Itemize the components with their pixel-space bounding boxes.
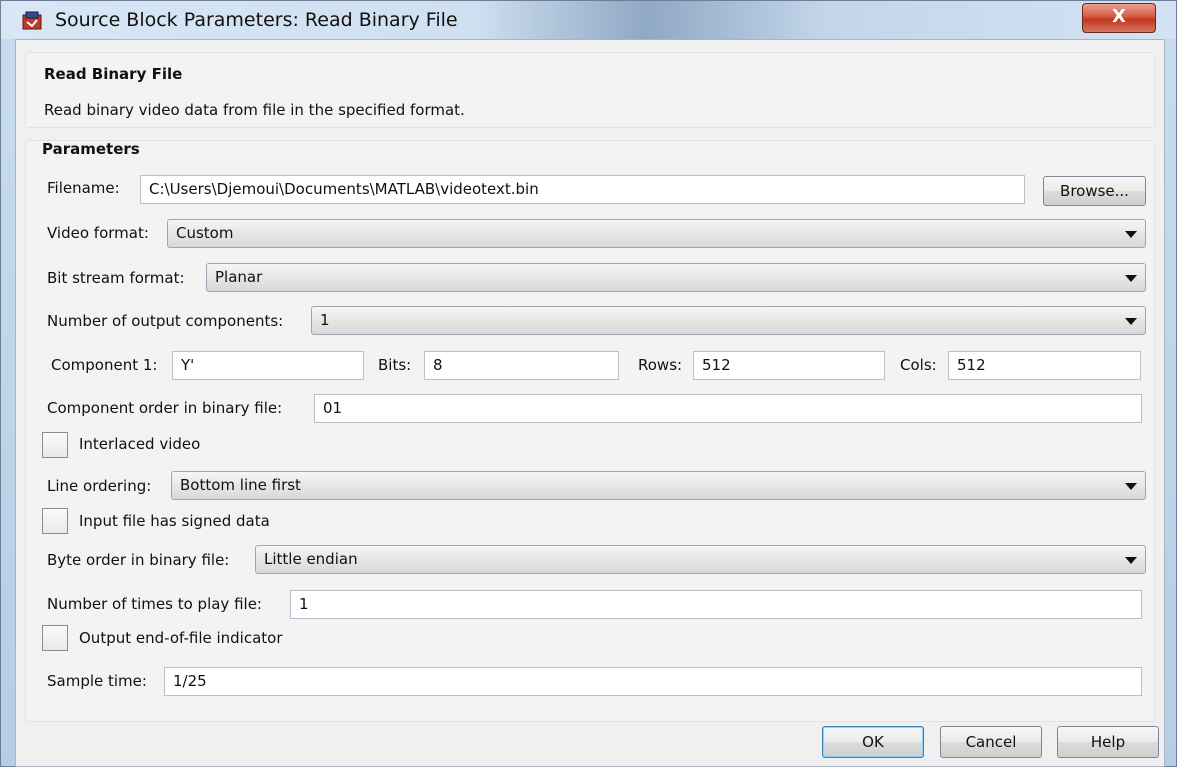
dialog-body: Read Binary File Read binary video data … (15, 39, 1165, 767)
block-name-heading: Read Binary File (44, 65, 183, 83)
chevron-down-icon (1125, 231, 1137, 238)
num-components-value: 1 (320, 311, 330, 329)
component1-input[interactable]: Y' (172, 351, 364, 380)
video-format-select[interactable]: Custom (167, 219, 1146, 248)
cancel-button[interactable]: Cancel (940, 726, 1042, 758)
ok-button[interactable]: OK (822, 726, 924, 758)
help-button[interactable]: Help (1057, 726, 1159, 758)
component-order-input[interactable]: 01 (314, 394, 1142, 423)
cols-label: Cols: (900, 356, 937, 374)
simulink-block-icon (22, 11, 42, 30)
window-title: Source Block Parameters: Read Binary Fil… (55, 9, 458, 31)
times-to-play-label: Number of times to play file: (47, 595, 262, 613)
bits-label: Bits: (378, 356, 412, 374)
chevron-down-icon (1125, 557, 1137, 564)
line-ordering-select[interactable]: Bottom line first (171, 471, 1146, 500)
parameters-heading: Parameters (42, 140, 140, 158)
times-to-play-input[interactable]: 1 (290, 590, 1142, 619)
dialog-window: Source Block Parameters: Read Binary Fil… (0, 0, 1177, 767)
filename-label: Filename: (47, 179, 120, 197)
interlaced-video-label: Interlaced video (79, 435, 201, 453)
video-format-value: Custom (176, 224, 234, 242)
video-format-label: Video format: (47, 224, 149, 242)
close-button[interactable]: X (1082, 3, 1156, 33)
eof-indicator-label: Output end-of-file indicator (79, 629, 283, 647)
browse-button[interactable]: Browse... (1043, 176, 1146, 206)
chevron-down-icon (1125, 483, 1137, 490)
filename-input[interactable]: C:\Users\Djemoui\Documents\MATLAB\videot… (140, 175, 1025, 204)
bit-stream-format-value: Planar (215, 268, 263, 286)
byte-order-value: Little endian (264, 550, 358, 568)
title-bar[interactable]: Source Block Parameters: Read Binary Fil… (1, 1, 1176, 39)
chevron-down-icon (1125, 318, 1137, 325)
component1-label: Component 1: (51, 356, 158, 374)
bits-input[interactable]: 8 (424, 351, 619, 380)
block-description: Read binary video data from file in the … (44, 101, 465, 119)
signed-data-label: Input file has signed data (79, 512, 270, 530)
rows-input[interactable]: 512 (693, 351, 885, 380)
signed-data-checkbox[interactable] (42, 508, 68, 534)
byte-order-select[interactable]: Little endian (255, 545, 1146, 574)
sample-time-label: Sample time: (47, 672, 147, 690)
bit-stream-format-select[interactable]: Planar (206, 263, 1146, 292)
line-ordering-value: Bottom line first (180, 476, 301, 494)
component-order-label: Component order in binary file: (47, 399, 283, 417)
description-group: Read Binary File Read binary video data … (25, 52, 1155, 128)
parameters-group: Parameters Filename: C:\Users\Djemoui\Do… (25, 140, 1155, 722)
num-components-label: Number of output components: (47, 312, 284, 330)
num-components-select[interactable]: 1 (311, 306, 1146, 335)
interlaced-video-checkbox[interactable] (42, 432, 68, 458)
eof-indicator-checkbox[interactable] (42, 625, 68, 651)
sample-time-input[interactable]: 1/25 (164, 667, 1142, 696)
chevron-down-icon (1125, 275, 1137, 282)
byte-order-label: Byte order in binary file: (47, 551, 230, 569)
cols-input[interactable]: 512 (948, 351, 1141, 380)
rows-label: Rows: (638, 356, 683, 374)
bit-stream-format-label: Bit stream format: (47, 269, 185, 287)
line-ordering-label: Line ordering: (47, 477, 152, 495)
